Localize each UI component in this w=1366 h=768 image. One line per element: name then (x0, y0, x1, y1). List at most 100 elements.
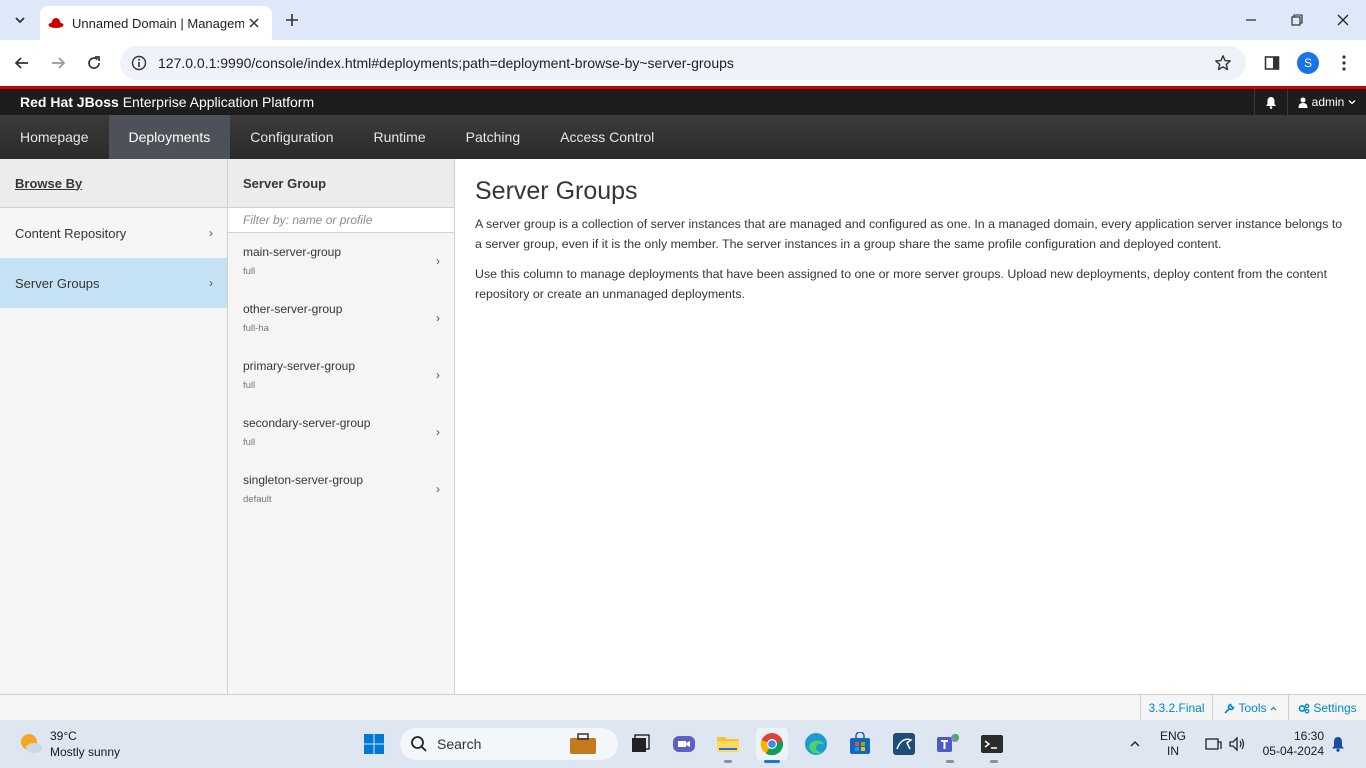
notifications-button[interactable] (1254, 89, 1286, 115)
weather-sunny-icon[interactable] (18, 731, 44, 757)
browse-item-label: Content Repository (15, 225, 127, 241)
server-group-column: Server Group main-server-group full › ot… (228, 159, 455, 694)
bell-icon (1265, 96, 1276, 109)
taskbar-search[interactable]: Search (400, 728, 618, 760)
server-group-item-primary[interactable]: primary-server-group full › (228, 347, 454, 404)
chevron-right-icon: › (436, 481, 440, 496)
browse-item-content-repository[interactable]: Content Repository › (0, 208, 227, 258)
network-volume-tray[interactable] (1198, 728, 1252, 760)
browser-menu-button[interactable] (1330, 49, 1358, 77)
nav-access-control[interactable]: Access Control (540, 115, 674, 159)
active-indicator (764, 760, 780, 763)
settings-link[interactable]: Settings (1288, 695, 1366, 721)
browse-by-header[interactable]: Browse By (0, 159, 227, 208)
edge-button[interactable] (800, 728, 832, 760)
filter-box (228, 208, 454, 233)
close-icon (1337, 14, 1349, 26)
site-info-icon[interactable] (122, 46, 156, 80)
app-footer: 3.3.2.Final Tools Settings (0, 694, 1366, 721)
windows-logo-icon (364, 734, 384, 754)
user-icon (1298, 97, 1308, 108)
nav-homepage[interactable]: Homepage (0, 115, 109, 159)
teams-button[interactable] (932, 728, 964, 760)
edge-icon (805, 733, 827, 755)
nav-deployments[interactable]: Deployments (108, 115, 231, 159)
nav-configuration[interactable]: Configuration (230, 115, 353, 159)
new-tab-button[interactable] (280, 8, 304, 32)
chrome-icon (760, 733, 784, 756)
bookmark-star-icon[interactable] (1206, 46, 1240, 80)
version-link[interactable]: 3.3.2.Final (1140, 695, 1212, 721)
back-button[interactable] (8, 49, 36, 77)
browse-by-column: Browse By Content Repository › Server Gr… (0, 159, 228, 694)
terminal-button[interactable] (976, 728, 1008, 760)
server-group-profile: full-ha (243, 323, 269, 335)
app-brand-bar: Red Hat JBoss Enterprise Application Pla… (0, 89, 1366, 115)
chrome-button[interactable] (756, 728, 788, 760)
main-navigation: Homepage Deployments Configuration Runti… (0, 115, 1366, 159)
arrow-right-icon (52, 57, 66, 69)
server-group-profile: full (243, 266, 256, 278)
reload-button[interactable] (80, 49, 108, 77)
server-group-profile: default (243, 493, 272, 505)
user-menu-button[interactable]: admin (1287, 89, 1366, 115)
description-paragraph-2: Use this column to manage deployments th… (475, 267, 1328, 301)
browse-item-label: Server Groups (15, 275, 100, 291)
folder-icon (717, 737, 739, 752)
chevron-right-icon: › (209, 226, 213, 240)
chevron-right-icon: › (436, 367, 440, 382)
bell-icon (1332, 737, 1344, 752)
start-button[interactable] (358, 728, 390, 760)
server-group-name: secondary-server-group (243, 415, 371, 430)
tab-close-icon[interactable] (244, 13, 264, 33)
server-group-header: Server Group (228, 159, 454, 208)
server-group-item-main[interactable]: main-server-group full › (228, 233, 454, 290)
nav-runtime[interactable]: Runtime (353, 115, 445, 159)
clock-time: 16:30 (1293, 729, 1324, 743)
chevron-up-icon (1130, 741, 1140, 747)
task-view-icon (632, 734, 650, 752)
search-label: Search (437, 736, 482, 752)
nav-patching[interactable]: Patching (446, 115, 540, 159)
notification-center-button[interactable] (1326, 728, 1350, 760)
tab-search-button[interactable] (6, 7, 34, 33)
file-explorer-button[interactable] (712, 728, 744, 760)
window-restore-button[interactable] (1274, 0, 1320, 40)
browser-tab-active[interactable]: Unnamed Domain | Manageme (40, 6, 272, 40)
browse-item-server-groups[interactable]: Server Groups › (0, 258, 227, 308)
description-paragraph-1: A server group is a collection of server… (475, 217, 1343, 251)
side-panel-button[interactable] (1258, 49, 1286, 77)
preview-pane: Server Groups A server group is a collec… (455, 159, 1366, 694)
gears-icon (1298, 703, 1310, 714)
mysql-workbench-button[interactable] (888, 728, 920, 760)
server-group-profile: full (243, 436, 256, 448)
filter-input[interactable] (243, 213, 443, 227)
store-button[interactable] (844, 728, 876, 760)
browse-by-title: Browse By (15, 175, 83, 191)
forward-button[interactable] (44, 49, 72, 77)
server-group-item-secondary[interactable]: secondary-server-group full › (228, 403, 454, 460)
server-group-name: primary-server-group (243, 358, 356, 373)
server-group-item-singleton[interactable]: singleton-server-group default › (228, 460, 454, 517)
language-indicator[interactable]: ENG IN (1160, 729, 1186, 759)
meet-app-button[interactable] (668, 728, 700, 760)
running-indicator (990, 760, 998, 763)
weather-description: Mostly sunny (50, 745, 121, 759)
address-bar[interactable]: 127.0.0.1:9990/console/index.html#deploy… (120, 46, 1246, 80)
window-minimize-button[interactable] (1228, 0, 1274, 40)
running-indicator (946, 760, 954, 763)
server-group-item-other[interactable]: other-server-group full-ha › (228, 290, 454, 347)
side-panel-icon (1264, 56, 1280, 70)
briefcase-icon (570, 733, 596, 754)
tools-menu[interactable]: Tools (1212, 695, 1288, 721)
show-hidden-icons-button[interactable] (1122, 728, 1148, 760)
clock[interactable]: 16:30 05-04-2024 (1258, 729, 1324, 759)
brand-rest-text: Enterprise Application Platform (118, 94, 315, 110)
window-close-button[interactable] (1320, 0, 1366, 40)
browser-toolbar: 127.0.0.1:9990/console/index.html#deploy… (0, 40, 1366, 86)
app-brand: Red Hat JBoss Enterprise Application Pla… (20, 94, 314, 110)
database-dolphin-icon (893, 733, 915, 755)
chevron-down-icon (1348, 100, 1356, 105)
task-view-button[interactable] (624, 728, 656, 760)
profile-avatar[interactable]: S (1297, 52, 1319, 74)
